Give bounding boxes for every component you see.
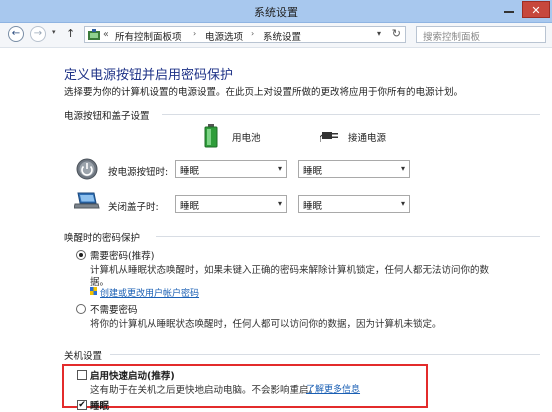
require-password-radio[interactable] xyxy=(76,250,86,260)
chevron-down-icon: ▾ xyxy=(400,199,405,208)
close-lid-plugged-select[interactable]: 睡眠 ▾ xyxy=(298,195,410,213)
breadcrumb-overflow[interactable]: « xyxy=(103,29,109,40)
require-password-label[interactable]: 需要密码(推荐) xyxy=(90,248,154,262)
laptop-lid-icon xyxy=(74,192,100,209)
fast-startup-label[interactable]: 启用快速启动(推荐) xyxy=(90,368,175,382)
divider xyxy=(110,354,540,355)
breadcrumb-separator[interactable]: › xyxy=(193,29,196,38)
navigation-bar: ← → ▾ ↑ « 所有控制面板项 › 电源选项 › 系统设置 ▾ ↻ 搜索控制… xyxy=(0,23,552,48)
minimize-button[interactable] xyxy=(502,2,516,16)
up-button[interactable]: ↑ xyxy=(66,27,75,40)
power-button-icon xyxy=(76,158,98,180)
close-lid-label: 关闭盖子时: xyxy=(108,202,159,213)
column-header-battery: 用电池 xyxy=(232,133,261,144)
chevron-down-icon: ▾ xyxy=(277,164,282,173)
section-title-power-buttons: 电源按钮和盖子设置 xyxy=(64,111,150,122)
breadcrumb-power-options[interactable]: 电源选项 xyxy=(205,29,243,43)
battery-icon xyxy=(204,124,218,148)
divider xyxy=(162,114,540,115)
fast-startup-checkbox[interactable] xyxy=(77,370,87,380)
main-content: 定义电源按钮并启用密码保护 选择要为你的计算机设置的电源设置。在此页上对设置所做… xyxy=(0,48,552,412)
no-password-label[interactable]: 不需要密码 xyxy=(90,302,138,316)
no-password-desc: 将你的计算机从睡眠状态唤醒时，任何人都可以访问你的数据，因为计算机未锁定。 xyxy=(90,319,442,330)
close-lid-battery-select[interactable]: 睡眠 ▾ xyxy=(175,195,287,213)
search-placeholder: 搜索控制面板 xyxy=(423,32,481,43)
no-password-radio[interactable] xyxy=(76,304,86,314)
power-button-battery-select[interactable]: 睡眠 ▾ xyxy=(175,160,287,178)
refresh-icon[interactable]: ↻ xyxy=(392,27,401,40)
address-bar[interactable]: « 所有控制面板项 › 电源选项 › 系统设置 ▾ ↻ xyxy=(84,26,406,43)
search-box[interactable]: 搜索控制面板 xyxy=(416,26,546,43)
column-header-plugged-in: 接通电源 xyxy=(348,133,387,144)
power-plug-icon xyxy=(320,132,338,142)
title-bar: 系统设置 ✕ xyxy=(0,0,552,23)
section-title-wake-password: 唤醒时的密码保护 xyxy=(64,233,141,244)
recent-pages-dropdown-icon[interactable]: ▾ xyxy=(52,28,56,36)
divider xyxy=(156,236,540,237)
chevron-down-icon: ▾ xyxy=(400,164,405,173)
section-title-shutdown: 关机设置 xyxy=(64,351,103,362)
power-button-label: 按电源按钮时: xyxy=(108,167,169,178)
page-intro: 选择要为你的计算机设置的电源设置。在此页上对设置所做的更改将应用于你所有的电源计… xyxy=(64,87,464,98)
chevron-down-icon: ▾ xyxy=(277,199,282,208)
fast-startup-desc: 这有助于在关机之后更快地启动电脑。不会影响重启。 xyxy=(90,385,319,396)
create-password-link[interactable]: 创建或更改用户帐户密码 xyxy=(100,286,199,299)
shield-icon xyxy=(90,287,97,295)
sleep-checkbox[interactable]: ✔ xyxy=(77,400,87,410)
learn-more-link[interactable]: 了解更多信息 xyxy=(306,382,360,395)
close-button[interactable]: ✕ xyxy=(522,1,550,18)
back-button[interactable]: ← xyxy=(8,26,24,42)
breadcrumb-separator[interactable]: › xyxy=(251,29,254,38)
breadcrumb-system-settings[interactable]: 系统设置 xyxy=(263,29,301,43)
forward-button[interactable]: → xyxy=(30,26,46,42)
page-title: 定义电源按钮并启用密码保护 xyxy=(64,68,234,83)
control-panel-icon xyxy=(88,29,100,40)
address-dropdown-icon[interactable]: ▾ xyxy=(377,29,381,38)
require-password-desc: 计算机从睡眠状态唤醒时，如果未键入正确的密码来解除计算机锁定，任何人都无法访问你… xyxy=(90,265,490,276)
power-button-plugged-select[interactable]: 睡眠 ▾ xyxy=(298,160,410,178)
breadcrumb-all-control-panel[interactable]: 所有控制面板项 xyxy=(115,29,182,43)
window-title: 系统设置 xyxy=(254,6,298,19)
